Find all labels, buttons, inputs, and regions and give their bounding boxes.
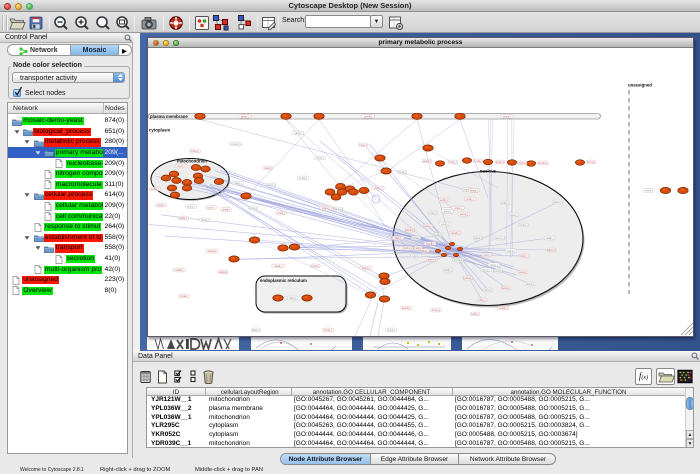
svg-text:nond(-): nond(-) [387, 328, 395, 332]
svg-text:dean(-): dean(-) [362, 266, 370, 270]
svg-text:eomb(-): eomb(-) [538, 161, 547, 165]
svg-text:rcar(-): rcar(-) [207, 206, 214, 210]
svg-text:nnrr(-): nnrr(-) [483, 253, 490, 257]
svg-text:aaso(-): aaso(-) [187, 205, 195, 209]
svg-text:ntmb(-): ntmb(-) [519, 223, 527, 227]
svg-text:ocoo(-): ocoo(-) [460, 212, 468, 216]
svg-text:oden(-): oden(-) [507, 249, 515, 253]
svg-text:bccd(-): bccd(-) [426, 242, 434, 246]
svg-text:rmmo(-): rmmo(-) [411, 236, 420, 240]
svg-text:stra(-): stra(-) [295, 131, 302, 135]
svg-text:plasma membrane: plasma membrane [150, 114, 188, 119]
svg-text:aoss(-): aoss(-) [423, 159, 431, 163]
svg-text:odos(-): odos(-) [474, 236, 482, 240]
svg-text:ntde(-): ntde(-) [374, 186, 382, 190]
svg-text:aeed(-): aeed(-) [402, 306, 410, 310]
svg-text:dcaa(-): dcaa(-) [252, 328, 260, 332]
svg-text:nctt(-): nctt(-) [519, 161, 526, 165]
svg-text:aomc(-): aomc(-) [496, 236, 505, 240]
svg-text:ocnc(-): ocnc(-) [412, 254, 420, 258]
svg-text:mcte(-): mcte(-) [249, 206, 257, 210]
svg-text:cbsb(-): cbsb(-) [222, 208, 230, 212]
svg-text:bdmb(-): bdmb(-) [405, 228, 414, 232]
svg-text:cdco(-): cdco(-) [547, 248, 555, 252]
svg-text:semd(-): semd(-) [451, 231, 460, 235]
svg-text:bont(-): bont(-) [324, 328, 332, 332]
svg-text:sran(-): sran(-) [490, 263, 498, 267]
svg-text:naod(-): naod(-) [208, 249, 216, 253]
svg-text:recm(-): recm(-) [587, 160, 595, 164]
svg-text:emes(-): emes(-) [464, 276, 473, 280]
svg-text:tmoo(-): tmoo(-) [432, 308, 440, 312]
svg-text:dnbs(-): dnbs(-) [201, 218, 209, 222]
svg-text:ctab(-): ctab(-) [289, 296, 297, 300]
svg-text:amdt(-): amdt(-) [299, 176, 307, 180]
svg-text:bceb(-): bceb(-) [470, 189, 478, 193]
svg-text:asno(-): asno(-) [454, 258, 462, 262]
svg-text:mnsr(-): mnsr(-) [311, 264, 319, 268]
svg-text:eret(-): eret(-) [429, 211, 436, 215]
svg-text:ntss(-): ntss(-) [449, 160, 456, 164]
svg-text:octb(-): octb(-) [471, 312, 479, 316]
svg-text:enmd(-): enmd(-) [493, 269, 502, 273]
svg-text:meco(-): meco(-) [232, 142, 241, 146]
svg-text:tero(-): tero(-) [424, 224, 431, 228]
svg-text:tbce(-): tbce(-) [316, 156, 324, 160]
svg-text:ramd(-): ramd(-) [484, 288, 493, 292]
svg-text:caem(-): caem(-) [334, 207, 343, 211]
svg-text:endoplasmic reticulum: endoplasmic reticulum [260, 278, 307, 283]
svg-text:csea(-): csea(-) [274, 264, 282, 268]
svg-text:asra(-): asra(-) [157, 203, 165, 207]
svg-text:ccna(-): ccna(-) [398, 170, 406, 174]
svg-text:ocot(-): ocot(-) [466, 197, 474, 201]
svg-text:rdot(-): rdot(-) [478, 298, 485, 302]
svg-text:bbrd(-): bbrd(-) [645, 189, 653, 193]
svg-text:rnsc(-): rnsc(-) [359, 143, 367, 147]
svg-text:ercd(-): ercd(-) [440, 198, 448, 202]
svg-text:cytoplasm: cytoplasm [149, 128, 170, 133]
svg-text:tmde(-): tmde(-) [496, 160, 504, 164]
svg-text:btnc(-): btnc(-) [482, 268, 490, 272]
svg-text:dtte(-): dtte(-) [235, 181, 242, 185]
svg-text:nucleus: nucleus [480, 169, 497, 174]
svg-text:rmed(-): rmed(-) [474, 159, 483, 163]
svg-text:ardb(-): ardb(-) [444, 268, 452, 272]
svg-text:ttnc(-): ttnc(-) [521, 254, 528, 258]
svg-text:nene(-): nene(-) [519, 270, 527, 274]
svg-text:nood(-): nood(-) [364, 114, 372, 118]
svg-text:aneo(-): aneo(-) [191, 149, 199, 153]
svg-text:rcee(-): rcee(-) [264, 166, 272, 170]
svg-text:dbnn(-): dbnn(-) [421, 249, 429, 253]
svg-text:bede(-): bede(-) [434, 233, 442, 237]
svg-text:doem(-): doem(-) [553, 200, 562, 204]
svg-text:adnn(-): adnn(-) [428, 258, 436, 262]
svg-text:mebe(-): mebe(-) [218, 270, 227, 274]
svg-text:enrt(-): enrt(-) [177, 164, 184, 168]
svg-text:taad(-): taad(-) [546, 236, 554, 240]
svg-text:abed(-): abed(-) [526, 282, 534, 286]
svg-text:cram(-): cram(-) [322, 206, 330, 210]
svg-text:esro(-): esro(-) [441, 222, 449, 226]
svg-text:nobn(-): nobn(-) [404, 246, 412, 250]
svg-text:smbd(-): smbd(-) [499, 306, 508, 310]
svg-text:tcss(-): tcss(-) [454, 206, 461, 210]
svg-text:stdb(-): stdb(-) [501, 201, 509, 205]
svg-text:nacn(-): nacn(-) [503, 114, 511, 118]
svg-text:stnn(-): stnn(-) [444, 209, 452, 213]
svg-text:abdc(-): abdc(-) [241, 114, 249, 118]
svg-text:ocde(-): ocde(-) [151, 187, 159, 191]
svg-text:abtn(-): abtn(-) [267, 183, 275, 187]
svg-text:trma(-): trma(-) [180, 294, 188, 298]
svg-text:nrab(-): nrab(-) [277, 211, 285, 215]
svg-text:sasb(-): sasb(-) [179, 216, 187, 220]
svg-text:tsbs(-): tsbs(-) [510, 213, 517, 217]
svg-text:tsmo(-): tsmo(-) [502, 286, 510, 290]
svg-text:unassigned: unassigned [628, 83, 652, 88]
svg-text:medd(-): medd(-) [174, 268, 183, 272]
svg-text:rttd(-): rttd(-) [395, 236, 401, 240]
svg-text:mitochondrion: mitochondrion [177, 159, 207, 164]
